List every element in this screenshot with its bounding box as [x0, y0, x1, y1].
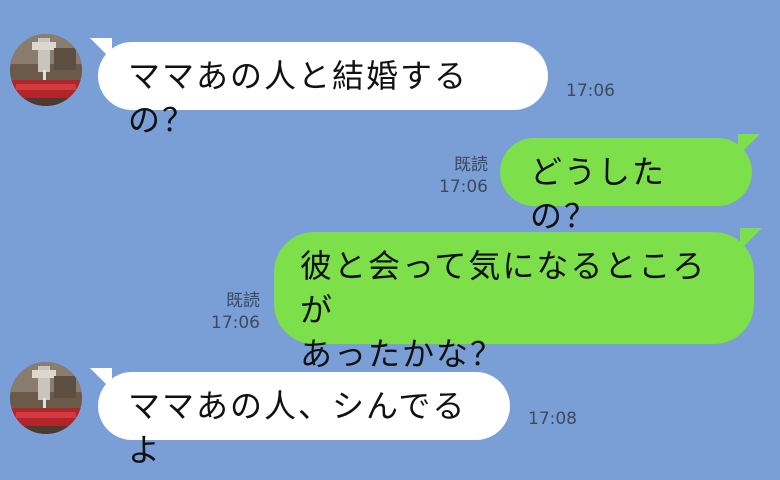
message-bubble-outgoing[interactable]: 彼と会って気になるところが あったかな？ [274, 228, 762, 373]
message-text: 彼と会って気になるところが あったかな？ [300, 247, 707, 373]
message-meta: 既読 17:06 [190, 290, 260, 334]
message-time: 17:08 [528, 409, 577, 429]
message-text: どうしたの？ [530, 153, 667, 235]
bubble-tail [738, 134, 760, 156]
message-time: 17:06 [211, 313, 260, 333]
message-time: 17:06 [439, 177, 488, 197]
contact-avatar[interactable] [10, 362, 82, 434]
sewing-machine-avatar-icon [10, 34, 82, 106]
message-text: ママあの人、シんでるよ [128, 387, 467, 469]
message-text: ママあの人と結婚するの？ [128, 57, 469, 139]
message-bubble-incoming[interactable]: ママあの人と結婚するの？ [90, 38, 548, 139]
message-meta: 既読 17:06 [418, 154, 488, 198]
contact-avatar[interactable] [10, 34, 82, 106]
read-receipt: 既読 [454, 155, 488, 175]
sewing-machine-avatar-icon [10, 362, 82, 434]
read-receipt: 既読 [226, 291, 260, 311]
message-bubble-incoming[interactable]: ママあの人、シんでるよ [90, 368, 510, 469]
message-bubble-outgoing[interactable]: どうしたの？ [500, 134, 760, 235]
bubble-tail [90, 38, 112, 60]
bubble-tail [740, 228, 762, 250]
bubble-tail [90, 368, 112, 390]
message-time: 17:06 [566, 81, 615, 101]
